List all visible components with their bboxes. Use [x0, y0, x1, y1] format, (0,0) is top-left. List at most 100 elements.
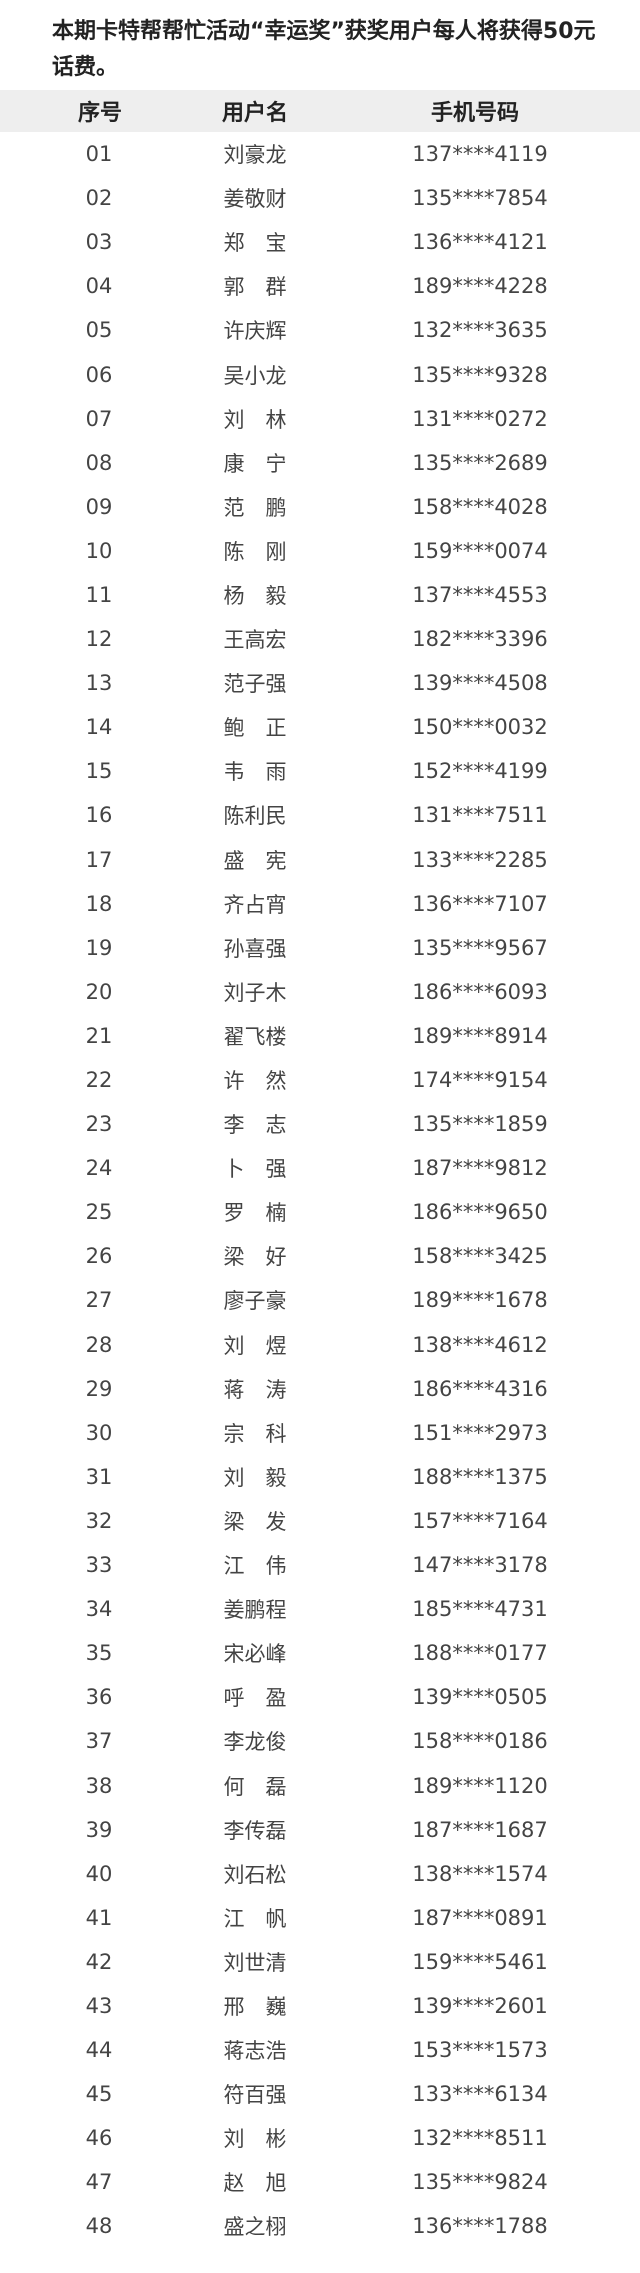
cell-username: 刘 彬: [223, 2127, 287, 2152]
cell-serial-number: 03: [85, 230, 113, 255]
table-row: 30 宗 科 151****2973: [0, 1411, 640, 1455]
cell-serial-number: 33: [85, 1553, 113, 1578]
table-row: 08 康 宁 135****2689: [0, 441, 640, 485]
table-row: 47 赵 旭 135****9824: [0, 2160, 640, 2204]
cell-phone-number: 153****1573: [412, 2038, 548, 2063]
header-row: 序号 用户名 手机号码: [0, 90, 640, 132]
cell-username: 何 磊: [223, 1774, 287, 1799]
cell-serial-number: 10: [85, 538, 113, 563]
cell-phone-number: 186****9650: [412, 1200, 548, 1225]
table-row: 44 蒋志浩 153****1573: [0, 2028, 640, 2072]
table-row: 05 许庆辉 132****3635: [0, 308, 640, 352]
cell-serial-number: 48: [85, 2214, 113, 2239]
cell-phone-number: 147****3178: [412, 1553, 548, 1578]
cell-serial-number: 35: [85, 1641, 113, 1666]
cell-serial-number: 46: [85, 2126, 113, 2151]
cell-username: 郭 群: [223, 275, 287, 300]
cell-username: 杨 毅: [223, 583, 287, 608]
cell-phone-number: 158****4028: [412, 494, 548, 519]
cell-phone-number: 188****0177: [412, 1641, 548, 1666]
cell-username: 宋必峰: [223, 1642, 287, 1667]
cell-phone-number: 136****1788: [412, 2214, 548, 2239]
cell-username: 盛 宪: [223, 848, 287, 873]
cell-serial-number: 45: [85, 2082, 113, 2107]
cell-phone-number: 136****7107: [412, 891, 548, 916]
cell-username: 鲍 正: [223, 716, 287, 741]
cell-username: 赵 旭: [223, 2171, 287, 2196]
table-row: 34 姜鹏程 185****4731: [0, 1587, 640, 1631]
cell-serial-number: 20: [85, 979, 113, 1004]
table-row: 42 刘世清 159****5461: [0, 1940, 640, 1984]
cell-phone-number: 187****0891: [412, 1905, 548, 1930]
table-row: 36 呼 盈 139****0505: [0, 1675, 640, 1719]
cell-username: 陈利民: [223, 804, 287, 829]
cell-username: 盛之栩: [223, 2215, 287, 2240]
winners-table: 序号 用户名 手机号码 01 刘豪龙 137****4119 02 姜敬财 135****…: [0, 90, 640, 2249]
cell-serial-number: 44: [85, 2038, 113, 2063]
cell-username: 李龙俊: [223, 1730, 287, 1755]
table-row: 29 蒋 涛 186****4316: [0, 1367, 640, 1411]
cell-serial-number: 11: [85, 582, 113, 607]
cell-username: 康 宁: [223, 451, 287, 476]
cell-username: 郑 宝: [223, 231, 287, 256]
table-row: 14 鲍 正 150****0032: [0, 705, 640, 749]
cell-phone-number: 159****5461: [412, 1949, 548, 1974]
cell-username: 梁 好: [223, 1245, 287, 1270]
table-row: 18 齐占宵 136****7107: [0, 882, 640, 926]
table-row: 15 韦 雨 152****4199: [0, 749, 640, 793]
cell-username: 江 伟: [223, 1554, 287, 1579]
table-row: 17 盛 宪 133****2285: [0, 838, 640, 882]
cell-phone-number: 135****9824: [412, 2170, 548, 2195]
table-row: 02 姜敬财 135****7854: [0, 176, 640, 220]
cell-phone-number: 187****9812: [412, 1156, 548, 1181]
table-row: 46 刘 彬 132****8511: [0, 2116, 640, 2160]
cell-serial-number: 30: [85, 1420, 113, 1445]
cell-phone-number: 135****9567: [412, 935, 548, 960]
table-row: 03 郑 宝 136****4121: [0, 220, 640, 264]
cell-phone-number: 150****0032: [412, 715, 548, 740]
cell-username: 韦 雨: [223, 760, 287, 785]
cell-serial-number: 01: [85, 142, 113, 167]
table-row: 11 杨 毅 137****4553: [0, 573, 640, 617]
table-row: 24 卜 强 187****9812: [0, 1146, 640, 1190]
cell-phone-number: 182****3396: [412, 627, 548, 652]
cell-phone-number: 139****0505: [412, 1685, 548, 1710]
cell-phone-number: 151****2973: [412, 1420, 548, 1445]
cell-serial-number: 07: [85, 406, 113, 431]
cell-username: 范 鹏: [223, 495, 287, 520]
cell-serial-number: 38: [85, 1773, 113, 1798]
table-row: 26 梁 好 158****3425: [0, 1234, 640, 1278]
table-row: 21 翟飞楼 189****8914: [0, 1014, 640, 1058]
table-row: 13 范子强 139****4508: [0, 661, 640, 705]
cell-username: 王高宏: [223, 628, 287, 653]
cell-phone-number: 139****2601: [412, 1993, 548, 2018]
cell-serial-number: 16: [85, 803, 113, 828]
cell-serial-number: 06: [85, 362, 113, 387]
table-row: 43 邢 巍 139****2601: [0, 1984, 640, 2028]
cell-serial-number: 31: [85, 1464, 113, 1489]
cell-phone-number: 152****4199: [412, 759, 548, 784]
cell-username: 宗 科: [223, 1421, 287, 1446]
cell-serial-number: 08: [85, 450, 113, 475]
cell-serial-number: 15: [85, 759, 113, 784]
cell-username: 呼 盈: [223, 1686, 287, 1711]
table-row: 41 江 帆 187****0891: [0, 1896, 640, 1940]
cell-serial-number: 41: [85, 1905, 113, 1930]
cell-phone-number: 187****1687: [412, 1817, 548, 1842]
cell-serial-number: 04: [85, 274, 113, 299]
table-body: 01 刘豪龙 137****4119 02 姜敬财 135****7854 03 郑 宝 136…: [0, 132, 640, 2249]
cell-serial-number: 13: [85, 671, 113, 696]
cell-phone-number: 135****2689: [412, 450, 548, 475]
cell-phone-number: 158****3425: [412, 1244, 548, 1269]
cell-phone-number: 131****7511: [412, 803, 548, 828]
cell-phone-number: 135****1859: [412, 1112, 548, 1137]
table-row: 40 刘石松 138****1574: [0, 1852, 640, 1896]
cell-username: 陈 刚: [223, 539, 287, 564]
table-header: 序号 用户名 手机号码: [0, 90, 640, 132]
cell-serial-number: 09: [85, 494, 113, 519]
table-row: 25 罗 楠 186****9650: [0, 1190, 640, 1234]
header-phone-number: 手机号码: [430, 101, 519, 126]
cell-phone-number: 159****0074: [412, 538, 548, 563]
cell-serial-number: 12: [85, 627, 113, 652]
header-username: 用户名: [221, 101, 288, 126]
